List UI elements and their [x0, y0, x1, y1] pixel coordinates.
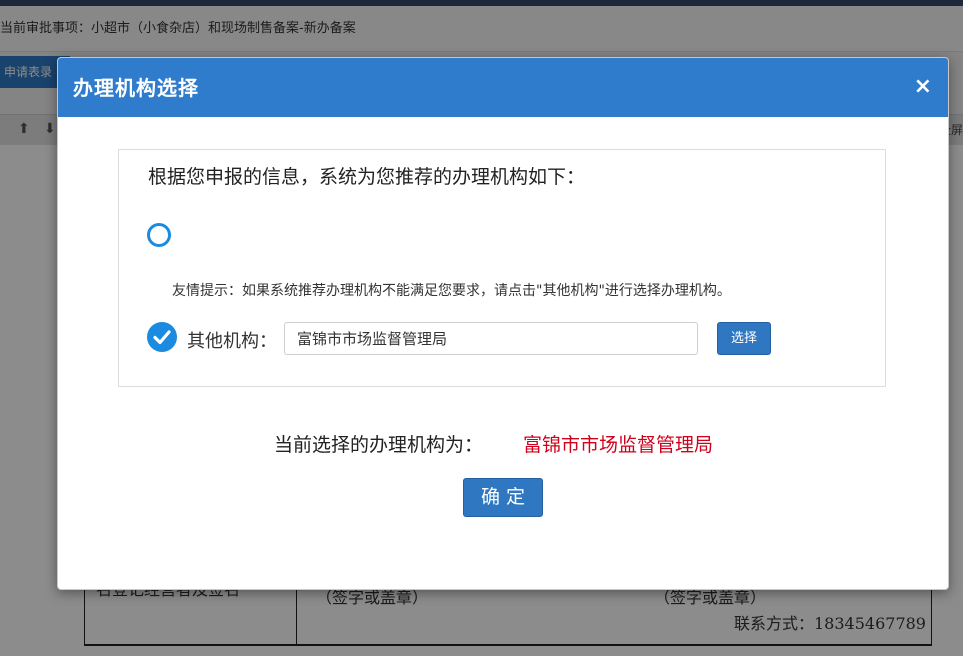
current-selection-value: 富锦市市场监督管理局 [523, 434, 714, 456]
dialog-title: 办理机构选择 [73, 76, 199, 100]
radio-unchecked-icon[interactable] [147, 223, 171, 247]
recommendation-intro: 根据您申报的信息，系统为您推荐的办理机构如下： [148, 166, 586, 188]
dialog-header: 办理机构选择 × [58, 58, 948, 117]
recommendation-panel: 根据您申报的信息，系统为您推荐的办理机构如下： 友情提示：如果系统推荐办理机构不… [118, 149, 886, 387]
other-institution-label: 其他机构： [187, 331, 277, 352]
institution-select-dialog: 办理机构选择 × 根据您申报的信息，系统为您推荐的办理机构如下： 友情提示：如果… [57, 57, 949, 590]
confirm-button[interactable]: 确定 [463, 478, 543, 517]
close-icon[interactable]: × [914, 75, 932, 99]
other-institution-input[interactable] [284, 322, 698, 355]
check-circle-icon[interactable] [147, 322, 177, 352]
current-selection-label: 当前选择的办理机构为： [274, 434, 484, 456]
friendly-tip: 友情提示：如果系统推荐办理机构不能满足您要求，请点击"其他机构"进行选择办理机构… [172, 283, 731, 299]
choose-button[interactable]: 选择 [717, 322, 771, 355]
